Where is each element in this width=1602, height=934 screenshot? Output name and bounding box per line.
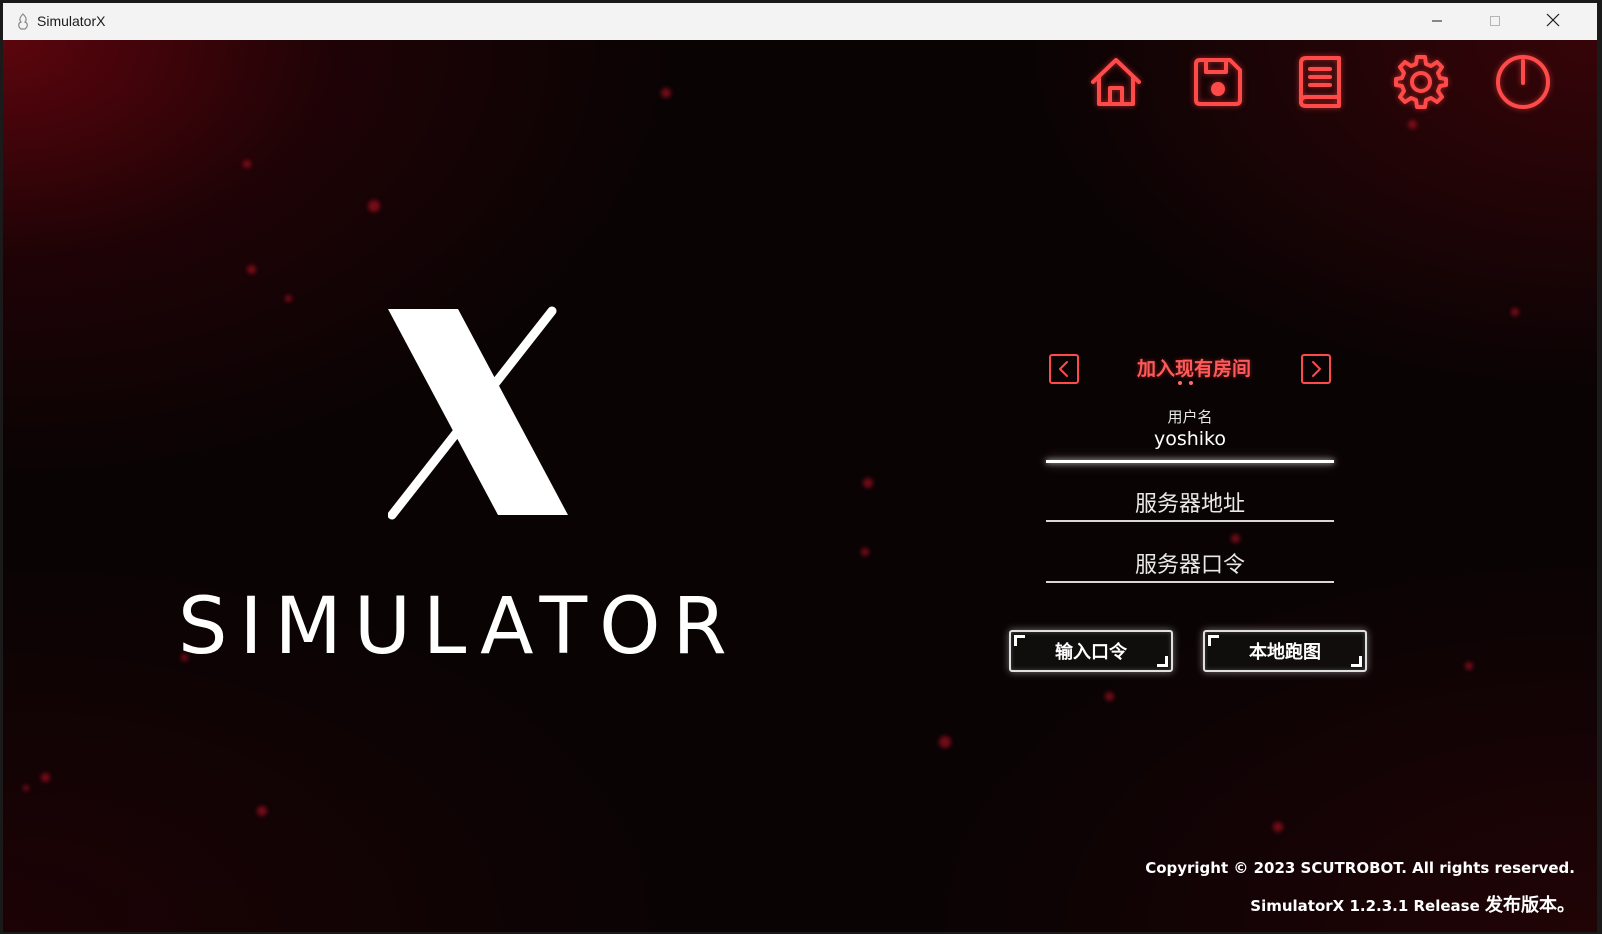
- settings-button[interactable]: [1391, 54, 1451, 114]
- chevron-left-icon: [1049, 354, 1079, 388]
- power-button[interactable]: [1493, 54, 1553, 114]
- home-icon: [1088, 54, 1144, 114]
- local-map-button[interactable]: 本地跑图: [1203, 630, 1367, 672]
- maximize-icon: [1489, 12, 1501, 31]
- gear-icon: [1393, 54, 1449, 114]
- mode-page-indicator: [1173, 381, 1213, 387]
- username-field[interactable]: 用户名 yoshiko: [1046, 406, 1334, 466]
- power-icon: [1494, 53, 1552, 115]
- save-button[interactable]: [1188, 54, 1248, 114]
- server-password-underline: [1046, 581, 1334, 583]
- server-address-placeholder: 服务器地址: [1134, 492, 1245, 517]
- window-title: SimulatorX: [37, 13, 106, 29]
- app-icon: [15, 13, 31, 31]
- server-address-field[interactable]: 服务器地址: [1046, 482, 1334, 526]
- mode-title: 加入现有房间: [1136, 358, 1251, 380]
- logo-text: SIMULATOR: [178, 582, 739, 672]
- minimize-icon: [1431, 12, 1443, 31]
- enter-password-label: 输入口令: [1055, 642, 1127, 663]
- copyright-text: Copyright © 2023 SCUTROBOT. All rights r…: [1145, 859, 1575, 877]
- enter-password-button[interactable]: 输入口令: [1009, 630, 1173, 672]
- version-prefix: SimulatorX 1.2.3.1 Release: [1250, 897, 1485, 915]
- main-screen: SIMULATOR 加入现有房间 用户名 yoshiko 服务器地址 服务器口令…: [3, 40, 1597, 932]
- save-icon: [1192, 56, 1244, 112]
- username-value: yoshiko: [1153, 428, 1227, 450]
- server-address-underline: [1046, 520, 1334, 522]
- manual-button[interactable]: [1289, 54, 1349, 114]
- title-bar: SimulatorX: [3, 3, 1597, 40]
- chevron-right-icon: [1301, 354, 1331, 388]
- close-icon: [1546, 12, 1560, 31]
- local-map-label: 本地跑图: [1249, 642, 1321, 663]
- logo-x-mark: [387, 305, 578, 525]
- mode-prev-button[interactable]: [1049, 354, 1079, 384]
- book-icon: [1294, 55, 1344, 113]
- username-label: 用户名: [1167, 408, 1213, 426]
- maximize-button[interactable]: [1466, 3, 1524, 40]
- server-password-field[interactable]: 服务器口令: [1046, 543, 1334, 587]
- home-button[interactable]: [1086, 54, 1146, 114]
- minimize-button[interactable]: [1408, 3, 1466, 40]
- version-text: SimulatorX 1.2.3.1 Release 发布版本。: [1250, 891, 1575, 917]
- close-button[interactable]: [1524, 3, 1582, 40]
- app-window: SimulatorX SIMULATOR 加入现有房间 用户名 yoshiko …: [3, 3, 1597, 932]
- mode-next-button[interactable]: [1301, 354, 1331, 384]
- server-password-placeholder: 服务器口令: [1134, 553, 1245, 578]
- username-underline: [1046, 460, 1334, 463]
- version-suffix: 发布版本。: [1485, 895, 1575, 916]
